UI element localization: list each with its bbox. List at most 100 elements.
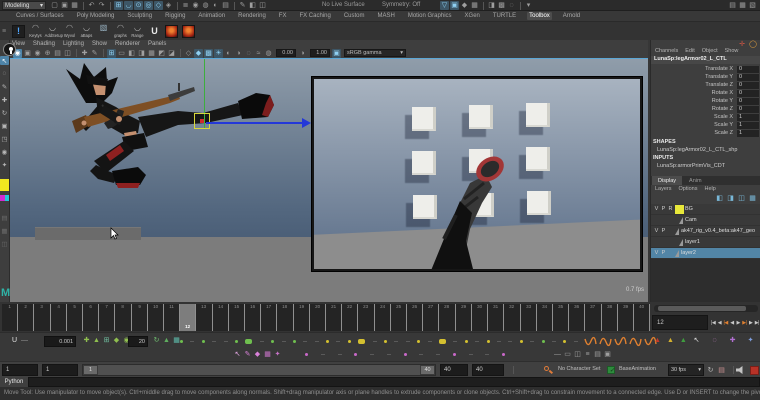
- layer-row-cam[interactable]: Cam: [651, 215, 760, 226]
- animbot-diamond-icon[interactable]: ◆: [112, 336, 121, 345]
- shelf-alert[interactable]: !: [12, 24, 25, 38]
- show-manipulator-tool[interactable]: ✦: [0, 160, 9, 169]
- frame-40[interactable]: 40: [634, 304, 651, 331]
- command-language-tab[interactable]: Python: [0, 377, 28, 387]
- tick-dash[interactable]: [551, 341, 556, 342]
- playback-start-field[interactable]: 1: [42, 364, 78, 376]
- animbot-brush-pink-icon[interactable]: ✎: [243, 350, 252, 359]
- frame-29[interactable]: 29: [456, 304, 472, 331]
- key-dot[interactable]: [347, 340, 351, 343]
- color-management-icon[interactable]: ▣: [332, 48, 341, 58]
- frame-21[interactable]: 21: [326, 304, 343, 331]
- channel-box-menu-object[interactable]: Object: [702, 48, 718, 56]
- xray-toggle-icon[interactable]: ◨: [487, 1, 496, 10]
- snap-to-view-plane-icon[interactable]: ◇: [154, 1, 163, 10]
- workspace-single-view-icon[interactable]: ▤: [728, 1, 737, 10]
- channel-value-field[interactable]: 0: [737, 89, 759, 97]
- shelf-tab-sculpting[interactable]: Sculpting: [125, 12, 154, 20]
- tick-dash[interactable]: [281, 341, 286, 342]
- kicking-leg-model[interactable]: [314, 79, 640, 269]
- layer-menu-layers[interactable]: Layers: [655, 186, 672, 194]
- shelf-magnet[interactable]: U: [148, 25, 161, 38]
- shelf-tab-fx[interactable]: FX: [277, 12, 289, 20]
- frame-15[interactable]: 15: [229, 304, 246, 331]
- set-key-icon[interactable]: [543, 365, 554, 375]
- shelf-tab-animation[interactable]: Animation: [196, 12, 227, 20]
- viewport-select-camera-icon[interactable]: ▣: [23, 49, 32, 58]
- anim-curve-icon[interactable]: [614, 335, 627, 348]
- lasso-tool[interactable]: ◌: [0, 69, 9, 78]
- viewport-bookmarks-icon[interactable]: ▤: [53, 49, 62, 58]
- world-space-icon[interactable]: ◯: [749, 40, 757, 49]
- channel-value-field[interactable]: 1: [737, 113, 759, 121]
- tick-dash[interactable]: [427, 341, 432, 342]
- anim-curve-icon[interactable]: [599, 335, 612, 348]
- wireframe-on-shaded-icon[interactable]: ▩: [497, 1, 506, 10]
- key-pill[interactable]: [245, 339, 253, 344]
- animbot-arrow-up-icon[interactable]: ▲: [92, 336, 101, 345]
- frame-24[interactable]: 24: [375, 304, 391, 331]
- viewport-grease-pencil-icon[interactable]: ✎: [90, 49, 99, 58]
- redo-icon[interactable]: ↷: [97, 1, 106, 10]
- layer-list-empty-area[interactable]: [651, 259, 760, 302]
- shelf-menu-icon[interactable]: ≡: [2, 28, 10, 35]
- shelf-wyvol[interactable]: ◠ Wyvol: [61, 23, 78, 39]
- rotate-tool[interactable]: ↻: [0, 108, 9, 117]
- animation-start-field[interactable]: 1: [2, 364, 38, 376]
- layer-tab-display[interactable]: Display: [652, 176, 683, 185]
- viewport-gate-mask-icon[interactable]: ◨: [137, 49, 146, 58]
- animbot-collapse-icon[interactable]: —: [20, 336, 29, 345]
- frame-11[interactable]: 11: [164, 304, 181, 331]
- paint-select-tool[interactable]: ✎: [0, 82, 9, 91]
- viewport-field-chart-icon[interactable]: ▦: [147, 49, 156, 58]
- tick-dash[interactable]: [337, 354, 342, 355]
- panel-menu-shading[interactable]: Shading: [33, 41, 55, 47]
- ghost-panel-icon[interactable]: ◫: [573, 350, 582, 359]
- hypershade-icon[interactable]: ◧: [248, 1, 257, 10]
- layer-row-bg[interactable]: V P R BG: [651, 204, 760, 215]
- selection-mask-object-icon[interactable]: ▣: [450, 1, 459, 10]
- viewport-wireframe-icon[interactable]: ◇: [184, 49, 193, 58]
- channel-value-field[interactable]: 0: [737, 73, 759, 81]
- animbot-key-plus-icon[interactable]: ✚: [82, 336, 91, 345]
- tick-dash[interactable]: [259, 341, 264, 342]
- panel-menu-renderer[interactable]: Renderer: [115, 41, 140, 47]
- frame-34[interactable]: 34: [537, 304, 553, 331]
- shelf-tab-arnold[interactable]: Arnold: [561, 12, 582, 20]
- layer-move-up-icon[interactable]: ◧: [715, 194, 724, 203]
- undo-icon[interactable]: ↶: [87, 1, 96, 10]
- tick-dash[interactable]: [419, 354, 424, 355]
- key-dot[interactable]: [201, 340, 205, 343]
- key-dot[interactable]: [452, 353, 456, 356]
- animbot-key-pink-icon[interactable]: ◆: [253, 350, 262, 359]
- new-scene-icon[interactable]: ▢: [50, 1, 59, 10]
- tick-dash[interactable]: [475, 341, 480, 342]
- animbot-triangle-icon[interactable]: ▲: [680, 337, 687, 344]
- key-dot[interactable]: [271, 340, 275, 343]
- tick-dash[interactable]: [372, 341, 377, 342]
- highlight-selection-icon[interactable]: ▦: [470, 1, 479, 10]
- frame-30[interactable]: 30: [472, 304, 489, 331]
- key-dot[interactable]: [417, 340, 421, 343]
- layer-tab-anim[interactable]: Anim: [683, 176, 708, 185]
- shape-node-name[interactable]: LunaSp:legArmor02_L_CTL_shp: [651, 146, 760, 154]
- exposure-field[interactable]: 0.00: [276, 49, 296, 57]
- viewport-grid-icon[interactable]: ⊞: [107, 48, 116, 58]
- frame-37[interactable]: 37: [585, 304, 602, 331]
- layer-v-toggle[interactable]: V: [653, 206, 660, 212]
- key-dot[interactable]: [326, 340, 330, 343]
- animbot-magnet-icon[interactable]: U: [10, 336, 19, 345]
- key-dot[interactable]: [292, 340, 296, 343]
- animbot-grid-icon[interactable]: ⊞: [102, 336, 111, 345]
- animbot-pose-pink-icon[interactable]: ✦: [273, 350, 282, 359]
- channel-value-field[interactable]: 0: [737, 97, 759, 105]
- frame-10[interactable]: 10: [148, 304, 165, 331]
- layer-menu-help[interactable]: Help: [704, 186, 715, 194]
- clipboard-icon[interactable]: ▤: [717, 366, 726, 375]
- channel-value-field[interactable]: 0: [737, 105, 759, 113]
- layout-single-button[interactable]: ▤: [0, 213, 9, 222]
- layer-v-toggle[interactable]: V: [653, 228, 660, 234]
- shelf-tab-motion-graphics[interactable]: Motion Graphics: [406, 12, 454, 20]
- shelf-character-a[interactable]: [165, 24, 178, 38]
- shelf-keytys[interactable]: ◠ Keytys: [27, 23, 44, 39]
